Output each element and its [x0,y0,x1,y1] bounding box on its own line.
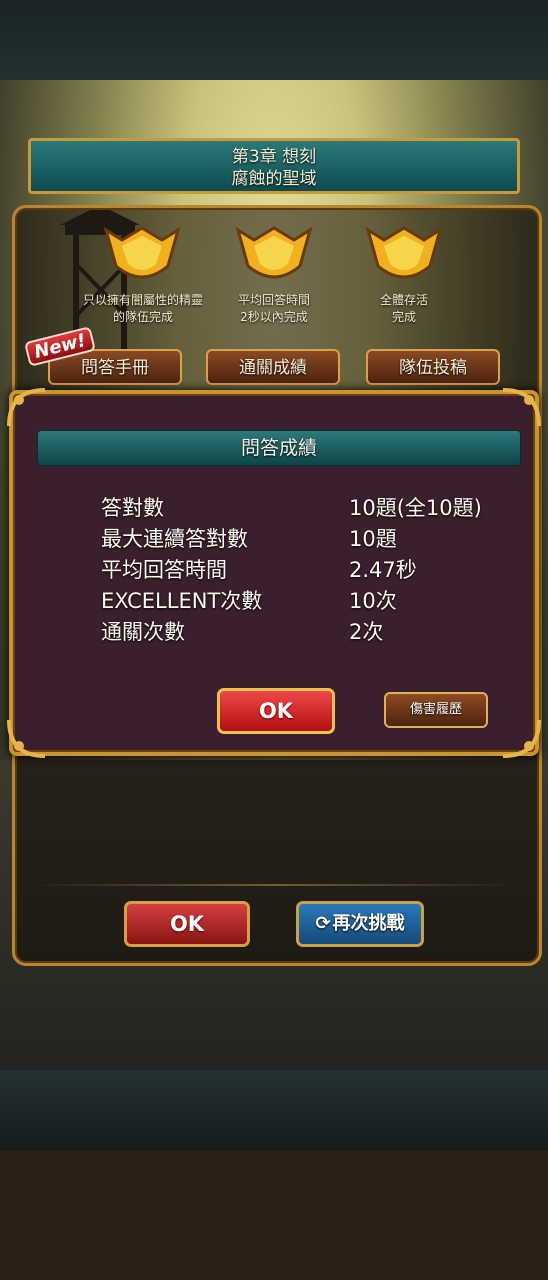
clear-record-button[interactable]: 通關成績 [206,349,340,385]
badge-shield-icon [365,226,443,279]
stat-value: 10次 [349,589,397,613]
chapter-title: 腐蝕的聖域 [231,169,317,189]
modal-title: 問答成績 [37,430,521,466]
stat-value: 2次 [349,620,384,644]
badge-shield-icon [235,226,313,279]
retry-button[interactable]: ⟳ 再次挑戰 [296,901,424,947]
quiz-results-modal: 問答成績 答對數 10題(全10題) 最大連續答對數 10題 平均回答時間 2.… [7,388,541,758]
ornament-corner-icon [7,388,46,427]
condition-all-survive: 全體存活 完成 [379,293,428,324]
divider [30,884,518,886]
ornament-corner-icon [7,719,46,758]
stat-label: EXCELLENT次數 [101,589,263,613]
modal-ok-button[interactable]: OK [217,688,335,734]
chapter-banner: 第3章 想刻 腐蝕的聖域 [28,138,520,194]
stat-row: 平均回答時間 2.47秒 [101,554,521,584]
team-post-button[interactable]: 隊伍投稿 [366,349,500,385]
stat-row: 通關次數 2次 [101,616,521,646]
stat-row: 最大連續答對數 10題 [101,523,521,553]
bottom-band [0,1070,548,1150]
stat-label: 答對數 [101,496,164,520]
stat-row: EXCELLENT次數 10次 [101,585,521,615]
stat-value: 10題(全10題) [349,496,482,520]
stat-row: 答對數 10題(全10題) [101,492,521,522]
footer-ok-button[interactable]: OK [124,901,250,947]
retry-icon: ⟳ [315,913,331,934]
stat-value: 10題 [349,527,397,551]
ornament-corner-icon [502,719,541,758]
ornament-corner-icon [502,388,541,427]
chapter-number: 第3章 想刻 [231,147,317,167]
retry-label: 再次挑戰 [332,913,405,934]
stat-label: 平均回答時間 [101,558,227,582]
top-band [0,0,548,80]
stat-label: 最大連續答對數 [101,527,248,551]
stat-label: 通關次數 [101,620,185,644]
damage-history-button[interactable]: 傷害履歷 [384,692,488,728]
badge-shield-icon [103,226,181,279]
stat-value: 2.47秒 [349,558,417,582]
